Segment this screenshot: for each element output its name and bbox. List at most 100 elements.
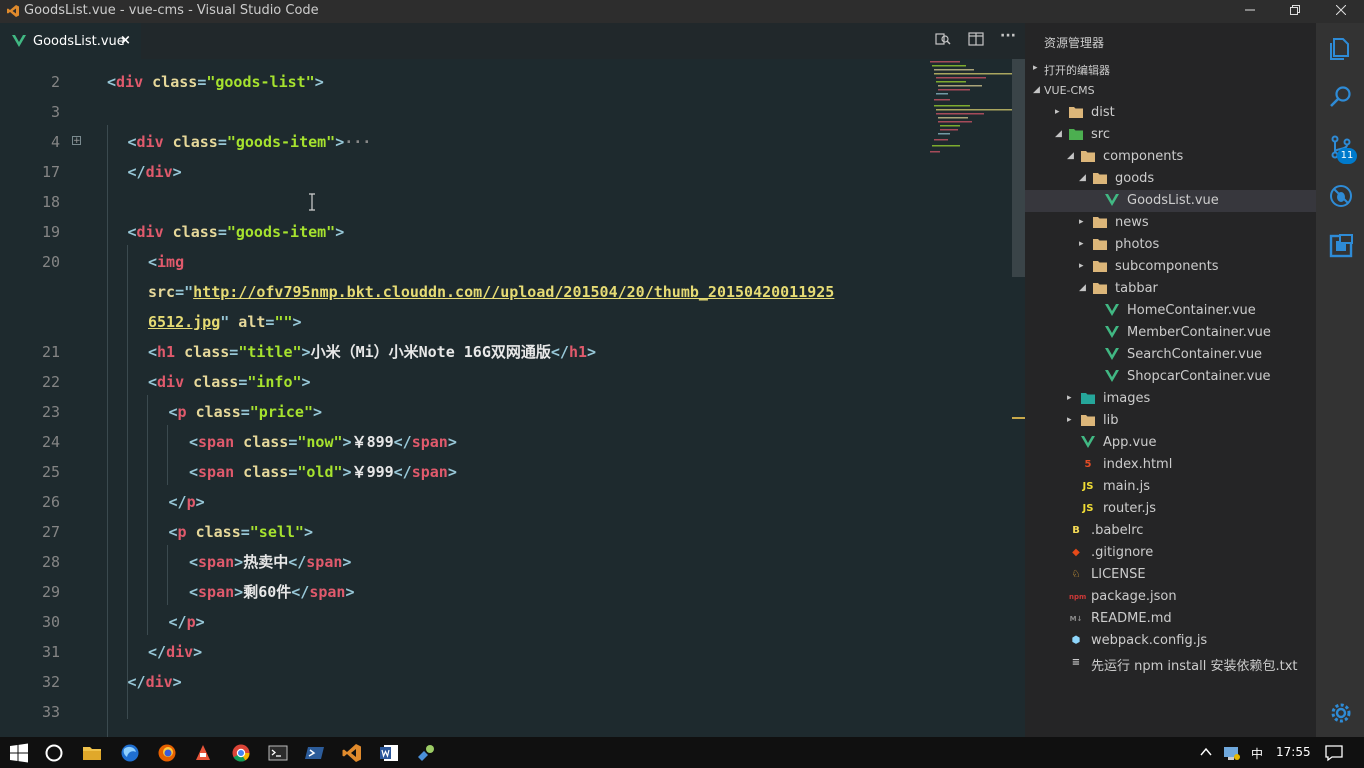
code-line[interactable]: 28 <span>热卖中</span> [0, 547, 1012, 577]
tree-item[interactable]: ◢ goods [1025, 168, 1316, 190]
tree-item[interactable]: ◢ src [1025, 124, 1316, 146]
open-editors-section[interactable]: ▸ 打开的编辑器 [1025, 58, 1316, 80]
code-line[interactable]: 19 <div class="goods-item"> [0, 217, 1012, 247]
code-text: 6512.jpg" alt=""> [148, 307, 302, 337]
clock[interactable]: 17:55 [1276, 745, 1311, 759]
code-token: > [234, 553, 244, 571]
chrome-icon[interactable] [230, 742, 252, 764]
code-token: > [342, 553, 352, 571]
tree-item[interactable]: ShopcarContainer.vue [1025, 366, 1316, 388]
network-icon[interactable] [1222, 744, 1242, 762]
code-line[interactable]: 4 + <div class="goods-item">··· [0, 127, 1012, 157]
vscode-taskbar-icon[interactable] [341, 742, 363, 764]
tree-item[interactable]: MemberContainer.vue [1025, 322, 1316, 344]
tree-item[interactable]: ▸ news [1025, 212, 1316, 234]
code-line[interactable]: 17 </div> [0, 157, 1012, 187]
code-line[interactable]: 25 <span class="old">￥999</span> [0, 457, 1012, 487]
split-editor-button[interactable] [968, 31, 984, 51]
code-line[interactable]: 31 </div> [0, 637, 1012, 667]
code-line[interactable]: 22 <div class="info"> [0, 367, 1012, 397]
tree-item[interactable]: npm package.json [1025, 586, 1316, 608]
minimap[interactable] [928, 59, 1012, 179]
tree-item[interactable]: ▸ lib [1025, 410, 1316, 432]
debug-icon[interactable] [1328, 183, 1354, 209]
code-line[interactable]: 6512.jpg" alt=""> [0, 307, 1012, 337]
code-text: <h1 class="title">小米（Mi）小米Note 16G双网通版</… [148, 337, 596, 367]
firefox-icon[interactable] [156, 742, 178, 764]
more-actions-button[interactable]: ··· [1000, 28, 1016, 48]
tree-item[interactable]: ♘ LICENSE [1025, 564, 1316, 586]
restore-button[interactable] [1272, 0, 1318, 23]
close-window-button[interactable] [1318, 0, 1364, 23]
folder-icon [1069, 106, 1083, 120]
tree-item[interactable]: App.vue [1025, 432, 1316, 454]
folder-icon [1093, 216, 1107, 230]
tree-item[interactable]: ▸ subcomponents [1025, 256, 1316, 278]
code-line[interactable]: 29 <span>剩60件</span> [0, 577, 1012, 607]
code-line[interactable]: 3 [0, 97, 1012, 127]
tree-item[interactable]: ▸ photos [1025, 234, 1316, 256]
command-prompt-icon[interactable] [267, 742, 289, 764]
tree-item[interactable]: JS router.js [1025, 498, 1316, 520]
code-line[interactable]: 20 <img [0, 247, 1012, 277]
code-token: span [198, 433, 235, 451]
code-line[interactable]: 21 <h1 class="title">小米（Mi）小米Note 16G双网通版… [0, 337, 1012, 367]
code-token: img [157, 253, 185, 271]
code-line[interactable]: src="http://ofv795nmp.bkt.clouddn.com//u… [0, 277, 1012, 307]
project-section[interactable]: ◢ VUE-CMS [1025, 80, 1316, 102]
tree-item[interactable]: ◆ .gitignore [1025, 542, 1316, 564]
code-text: <p class="sell"> [169, 517, 314, 547]
fold-expand-icon[interactable]: + [72, 136, 81, 146]
scrollbar-thumb[interactable] [1012, 59, 1025, 277]
browser-icon[interactable] [119, 742, 141, 764]
code-token: p [177, 403, 187, 421]
code-line[interactable]: 33 [0, 697, 1012, 727]
tree-item[interactable]: HomeContainer.vue [1025, 300, 1316, 322]
code-line[interactable]: 30 </p> [0, 607, 1012, 637]
code-token: "old" [297, 463, 343, 481]
tree-item[interactable]: SearchContainer.vue [1025, 344, 1316, 366]
tree-item[interactable]: 5 index.html [1025, 454, 1316, 476]
code-line[interactable]: 18 [0, 187, 1012, 217]
tree-item[interactable]: M↓ README.md [1025, 608, 1316, 630]
extensions-icon[interactable] [1328, 233, 1354, 259]
chevron-up-icon[interactable] [1199, 745, 1213, 759]
code-line[interactable]: 23 <p class="price"> [0, 397, 1012, 427]
windows-start-icon[interactable] [8, 742, 30, 764]
tree-item[interactable]: ≡ 先运行 npm install 安装依赖包.txt [1025, 652, 1316, 674]
tree-item[interactable]: ▸ dist [1025, 102, 1316, 124]
tree-item[interactable]: ⬢ webpack.config.js [1025, 630, 1316, 652]
tree-item[interactable]: ▸ images [1025, 388, 1316, 410]
code-line[interactable]: 32 </div> [0, 667, 1012, 697]
notification-icon[interactable] [1324, 743, 1344, 763]
tree-item[interactable]: JS main.js [1025, 476, 1316, 498]
open-changes-button[interactable] [935, 31, 951, 51]
dev-tool-icon[interactable] [415, 742, 437, 764]
line-number: 33 [41, 703, 60, 721]
code-line[interactable]: 24 <span class="now">￥899</span> [0, 427, 1012, 457]
code-line[interactable]: 27 <p class="sell"> [0, 517, 1012, 547]
tree-item[interactable]: GoodsList.vue [1025, 190, 1316, 212]
tree-item[interactable]: ◢ tabbar [1025, 278, 1316, 300]
tree-item[interactable]: ◢ components [1025, 146, 1316, 168]
code-line[interactable]: 2 <div class="goods-list"> [0, 67, 1012, 97]
file-explorer-icon[interactable] [81, 742, 103, 764]
cortana-icon[interactable] [43, 742, 65, 764]
minimize-button[interactable] [1227, 0, 1273, 23]
tab-goodslist[interactable]: GoodsList.vue × [0, 23, 141, 59]
settings-gear-icon[interactable] [1328, 700, 1354, 726]
tree-item[interactable]: B .babelrc [1025, 520, 1316, 542]
tab-close-button[interactable]: × [120, 33, 131, 48]
powershell-icon[interactable] [304, 742, 326, 764]
app-icon[interactable] [192, 742, 214, 764]
files-icon[interactable] [1328, 36, 1354, 62]
line-number: 22 [41, 373, 60, 391]
code-editor[interactable]: 2 <div class="goods-list"> 3 4 + <div class="… [0, 59, 1012, 737]
project-label: VUE-CMS [1044, 84, 1095, 97]
ime-indicator[interactable]: 中 [1251, 745, 1263, 762]
webpack-icon: ⬢ [1071, 635, 1081, 646]
word-icon[interactable] [378, 742, 400, 764]
search-icon[interactable] [1328, 84, 1354, 110]
code-token: </ [291, 583, 310, 601]
code-line[interactable]: 26 </p> [0, 487, 1012, 517]
